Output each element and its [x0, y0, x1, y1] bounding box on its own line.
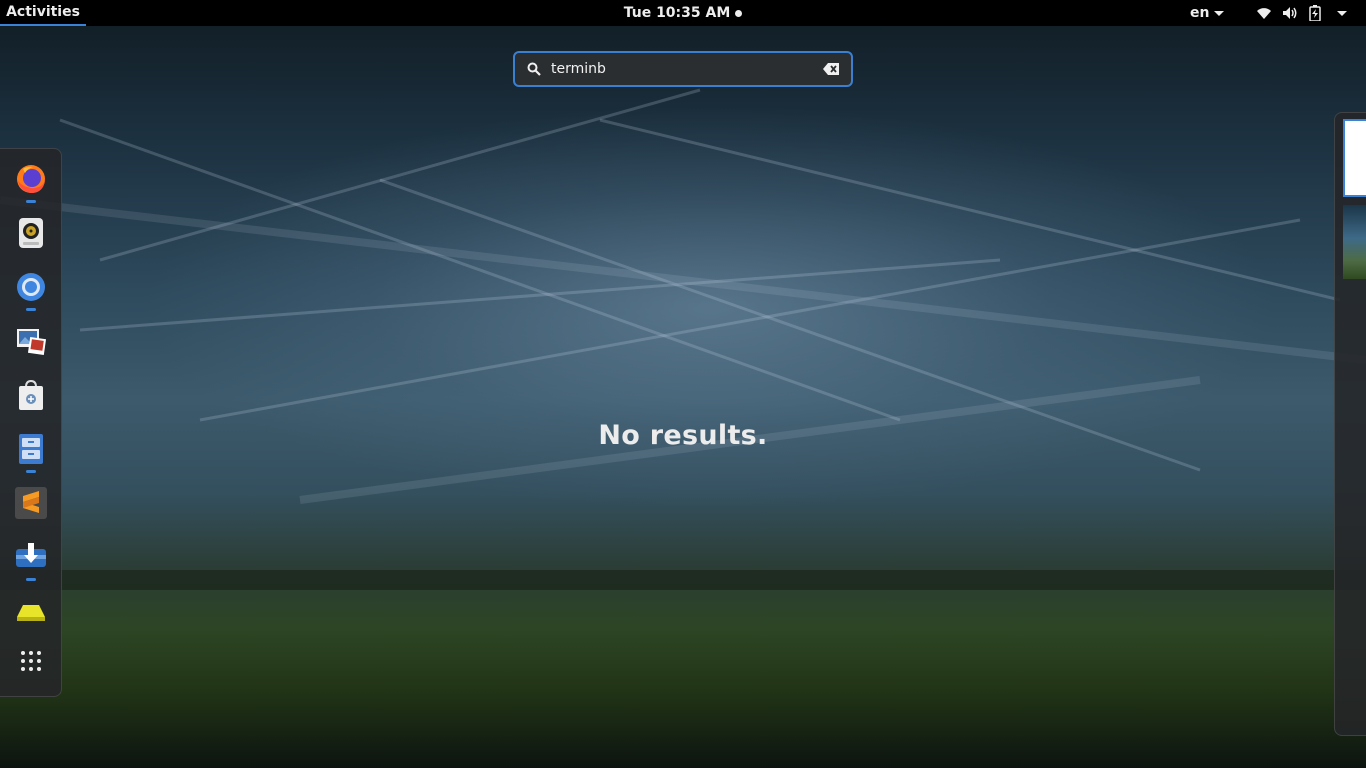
dash-item-removable-drive[interactable]: [9, 589, 53, 637]
search-entry[interactable]: [513, 51, 853, 87]
wallpaper: [0, 88, 1366, 590]
chevron-down-icon: [1214, 10, 1225, 16]
clock-label: Tue 10:35 AM: [623, 5, 731, 21]
dash-item-software[interactable]: [9, 373, 53, 421]
show-applications-button[interactable]: [9, 643, 53, 691]
dash-item-files[interactable]: [9, 427, 53, 475]
wifi-icon: [1256, 6, 1272, 20]
dash-item-rhythmbox[interactable]: [9, 211, 53, 259]
notification-dot-icon: [735, 9, 743, 17]
activities-button[interactable]: Activities: [0, 0, 86, 26]
dash-item-chromium[interactable]: [9, 265, 53, 313]
no-results-message: No results.: [598, 420, 768, 451]
dash-item-image-viewer[interactable]: [9, 319, 53, 367]
running-indicator: [26, 470, 36, 473]
image-viewer-icon: [15, 325, 47, 361]
sublime-text-icon: [15, 487, 47, 523]
search-input[interactable]: [551, 61, 801, 77]
dash-item-sublime-text[interactable]: [9, 481, 53, 529]
running-indicator: [26, 308, 36, 311]
show-applications-icon: [19, 649, 43, 677]
running-indicator: [26, 578, 36, 581]
workspace-thumbnail-1[interactable]: [1343, 119, 1366, 197]
rhythmbox-icon: [17, 217, 45, 253]
dash-item-installer[interactable]: [9, 535, 53, 583]
workspace-switcher: [1334, 112, 1366, 736]
clock-button[interactable]: Tue 10:35 AM: [600, 0, 766, 26]
installer-icon: [15, 541, 47, 577]
gnome-overview: Activities Tue 10:35 AM en terminb No re…: [0, 0, 1366, 768]
system-status-area[interactable]: [1256, 0, 1347, 26]
firefox-icon: [15, 163, 47, 199]
input-source-button[interactable]: en: [1190, 0, 1225, 26]
software-center-icon: [17, 379, 45, 415]
workspace-thumbnail-2[interactable]: [1343, 205, 1366, 279]
clear-search-icon[interactable]: [823, 63, 839, 75]
dash: [0, 148, 62, 697]
top-bar: Activities Tue 10:35 AM en: [0, 0, 1366, 26]
system-menu-chevron-icon: [1337, 10, 1347, 16]
dash-item-firefox[interactable]: [9, 157, 53, 205]
input-source-label: en: [1190, 5, 1210, 21]
removable-drive-icon: [15, 595, 47, 631]
file-manager-icon: [18, 433, 44, 469]
battery-charging-icon: [1309, 5, 1321, 21]
search-icon: [527, 62, 541, 76]
running-indicator: [26, 200, 36, 203]
chromium-icon: [15, 271, 47, 307]
volume-icon: [1282, 6, 1299, 20]
